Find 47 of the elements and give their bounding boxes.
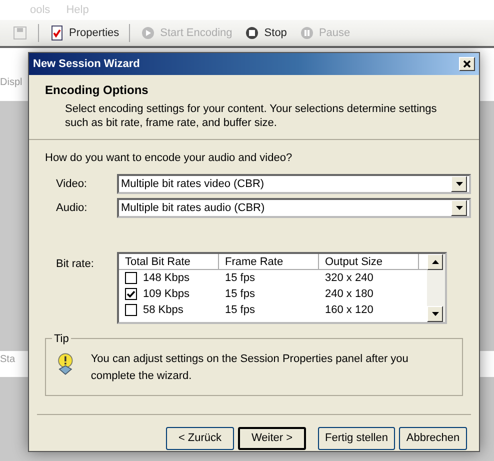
pause-icon — [298, 25, 315, 41]
table-cell-text: 15 fps — [224, 270, 256, 286]
table-cell-text: 148 Kbps — [143, 270, 190, 286]
tip-text: You can adjust settings on the Session Properties panel after you complete the wizard. — [90, 352, 410, 384]
bitrate-list[interactable]: Total Bit Rate Frame Rate Output Size 148 Kbps 15 fps 320 x 240 109 Kbps 15 fps 240 x 180 58 Kbps 15 fps 160 x 120 — [117, 252, 447, 324]
table-cell-text: 240 x 180 — [324, 286, 374, 302]
dropdown-arrow-icon — [456, 182, 462, 186]
field-label: Audio: — [55, 200, 88, 216]
stop-icon — [244, 25, 260, 41]
question-text: How do you want to encode your audio and video? — [44, 150, 294, 166]
column-header[interactable]: Frame Rate — [219, 254, 319, 270]
checkbox[interactable] — [125, 304, 137, 316]
checkbox[interactable] — [125, 272, 137, 284]
dropdown-field[interactable]: Multiple bit rates audio (CBR) — [117, 198, 471, 218]
wizard-button[interactable]: < Zurück — [166, 427, 234, 450]
checkbox[interactable] — [125, 288, 137, 300]
tab-label: Sta — [0, 352, 16, 366]
column-header[interactable]: Total Bit Rate — [119, 254, 219, 270]
wizard-button[interactable]: Fertig stellen — [318, 427, 395, 450]
dropdown-field[interactable]: Multiple bit rates video (CBR) — [117, 174, 471, 194]
save-icon — [12, 25, 28, 41]
close-button[interactable] — [459, 57, 475, 71]
wizard-button[interactable]: Weiter > — [238, 427, 306, 450]
table-cell-text: 58 Kbps — [143, 302, 184, 318]
close-icon — [463, 60, 471, 68]
table-cell-text: 15 fps — [224, 286, 256, 302]
dropdown-arrow-icon — [456, 206, 462, 210]
table-cell-text: 320 x 240 — [324, 270, 374, 286]
tab-label: Displ — [0, 76, 22, 90]
table-cell-text: 160 x 120 — [324, 302, 374, 318]
section-title: Encoding Options — [45, 82, 150, 99]
dialog-title: New Session Wizard — [33, 56, 140, 72]
lightbulb-icon — [56, 351, 75, 378]
play-icon — [140, 25, 156, 41]
field-label: Bit rate: — [55, 257, 95, 272]
wizard-button[interactable]: Abbrechen — [399, 427, 467, 450]
table-cell-text: 15 fps — [224, 302, 256, 318]
description-text: Select encoding settings for your content. Your selections determine settings such as bit rate, frame rate, and buffer size. — [64, 102, 438, 131]
scrollbar[interactable] — [427, 254, 445, 322]
scroll-down-icon — [432, 312, 438, 316]
scroll-up-icon — [432, 260, 438, 264]
table-cell-text: 109 Kbps — [143, 286, 190, 302]
document-check-icon — [49, 25, 65, 41]
field-label: Video: — [55, 176, 88, 192]
toolbar-button[interactable]: Stop — [242, 24, 289, 42]
toolbar-button[interactable]: Properties — [47, 24, 122, 42]
column-header[interactable]: Output Size — [319, 254, 419, 270]
